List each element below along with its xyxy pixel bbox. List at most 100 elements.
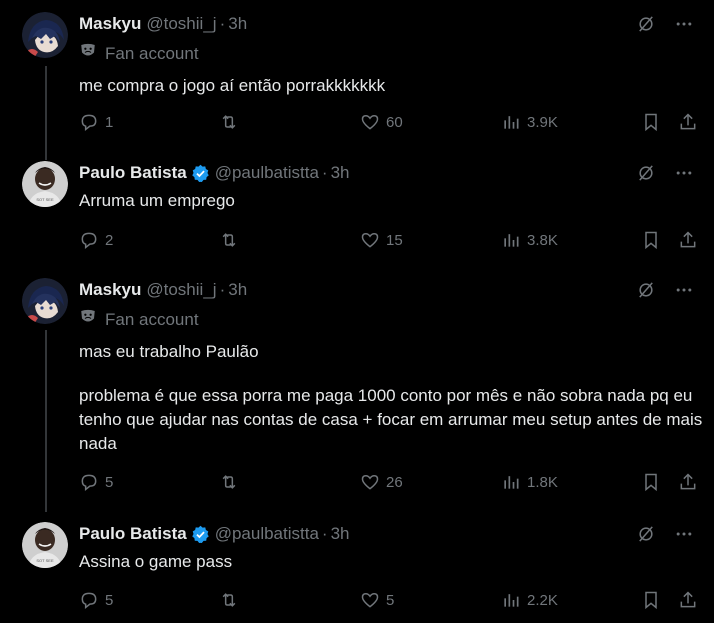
tweet[interactable]: SOT SEE Paulo Batista @paulbatistta · 3h…	[0, 161, 714, 261]
tweet-actions: 1 60 3.9K	[79, 110, 704, 134]
bookmark-button[interactable]	[641, 470, 661, 494]
repost-icon	[219, 590, 239, 610]
fan-account-label: Fan account	[79, 308, 199, 331]
bookmark-button[interactable]	[641, 228, 661, 252]
repost-button[interactable]	[219, 228, 245, 252]
bookmark-icon	[641, 590, 661, 610]
tweet-header: Paulo Batista @paulbatistta · 3h	[79, 161, 350, 185]
tweet-text: Assina o game pass	[79, 550, 704, 574]
share-button[interactable]	[678, 110, 698, 134]
timestamp[interactable]: 3h	[331, 524, 350, 544]
views-button[interactable]: 2.2K	[501, 588, 558, 612]
verified-badge-icon	[191, 525, 210, 544]
like-icon	[360, 112, 380, 132]
repost-button[interactable]	[219, 588, 245, 612]
views-icon	[501, 590, 521, 610]
fan-account-text: Fan account	[105, 43, 199, 63]
like-icon	[360, 230, 380, 250]
theater-mask-icon	[79, 308, 97, 331]
more-icon[interactable]	[674, 524, 694, 544]
tweet-actions: 2 15 3.8K	[79, 228, 704, 252]
views-count: 2.2K	[527, 591, 558, 609]
share-button[interactable]	[678, 470, 698, 494]
views-count: 1.8K	[527, 473, 558, 491]
avatar[interactable]	[22, 12, 68, 58]
grok-icon[interactable]	[636, 524, 656, 544]
bookmark-button[interactable]	[641, 110, 661, 134]
theater-mask-icon	[79, 42, 97, 65]
bookmark-icon	[641, 230, 661, 250]
views-count: 3.8K	[527, 231, 558, 249]
tweet[interactable]: Maskyu @toshii_j · 3h Fan account mas eu…	[0, 278, 714, 498]
more-icon[interactable]	[674, 14, 694, 34]
svg-text:SOT SEE: SOT SEE	[36, 197, 54, 202]
reply-icon	[79, 472, 99, 492]
user-handle[interactable]: @toshii_j	[146, 280, 216, 300]
reply-count: 5	[105, 591, 114, 609]
views-icon	[501, 230, 521, 250]
like-button[interactable]: 60	[360, 110, 403, 134]
repost-icon	[219, 112, 239, 132]
repost-button[interactable]	[219, 110, 245, 134]
like-count: 15	[386, 231, 403, 249]
avatar[interactable]: SOT SEE	[22, 522, 68, 568]
views-icon	[501, 112, 521, 132]
reply-button[interactable]: 5	[79, 588, 113, 612]
share-icon	[678, 112, 698, 132]
tweet-header: Maskyu @toshii_j · 3h	[79, 12, 247, 36]
like-button[interactable]: 5	[360, 588, 394, 612]
verified-badge-icon	[191, 164, 210, 183]
display-name[interactable]: Paulo Batista	[79, 524, 187, 544]
tweet-text: Arruma um emprego	[79, 189, 704, 213]
repost-button[interactable]	[219, 470, 245, 494]
like-count: 5	[386, 591, 395, 609]
repost-icon	[219, 472, 239, 492]
share-icon	[678, 230, 698, 250]
tweet-paragraph: problema é que essa porra me paga 1000 c…	[79, 386, 703, 453]
share-icon	[678, 472, 698, 492]
more-icon[interactable]	[674, 280, 694, 300]
views-button[interactable]: 3.8K	[501, 228, 558, 252]
tweet-paragraph: me compra o jogo aí então porrakkkkkkk	[79, 76, 386, 95]
views-count: 3.9K	[527, 113, 558, 131]
share-button[interactable]	[678, 588, 698, 612]
tweet-paragraph: Arruma um emprego	[79, 191, 235, 210]
tweet-text: me compra o jogo aí então porrakkkkkkk	[79, 74, 704, 98]
tweet-text: mas eu trabalho Paulão problema é que es…	[79, 340, 704, 456]
separator: ·	[219, 14, 226, 33]
display-name[interactable]: Maskyu	[79, 280, 141, 300]
bookmark-button[interactable]	[641, 588, 661, 612]
tweet-header: Paulo Batista @paulbatistta · 3h	[79, 522, 350, 546]
user-handle[interactable]: @paulbatistta	[215, 163, 319, 183]
display-name[interactable]: Maskyu	[79, 14, 141, 34]
more-icon[interactable]	[674, 163, 694, 183]
like-button[interactable]: 26	[360, 470, 403, 494]
user-handle[interactable]: @toshii_j	[146, 14, 216, 34]
grok-icon[interactable]	[636, 280, 656, 300]
user-handle[interactable]: @paulbatistta	[215, 524, 319, 544]
share-button[interactable]	[678, 228, 698, 252]
grok-icon[interactable]	[636, 14, 656, 34]
timestamp[interactable]: 3h	[228, 14, 247, 34]
like-icon	[360, 472, 380, 492]
views-button[interactable]: 1.8K	[501, 470, 558, 494]
separator: ·	[321, 163, 328, 182]
reply-icon	[79, 230, 99, 250]
avatar[interactable]: SOT SEE	[22, 161, 68, 207]
timestamp[interactable]: 3h	[228, 280, 247, 300]
like-button[interactable]: 15	[360, 228, 403, 252]
views-button[interactable]: 3.9K	[501, 110, 558, 134]
reply-button[interactable]: 5	[79, 470, 113, 494]
display-name[interactable]: Paulo Batista	[79, 163, 187, 183]
avatar[interactable]	[22, 278, 68, 324]
tweet-paragraph: mas eu trabalho Paulão	[79, 342, 259, 361]
tweet-actions: 5 5 2.2K	[79, 588, 704, 612]
tweet[interactable]: Maskyu @toshii_j · 3h Fan account me com…	[0, 12, 714, 140]
grok-icon[interactable]	[636, 163, 656, 183]
tweet[interactable]: SOT SEE Paulo Batista @paulbatistta · 3h…	[0, 522, 714, 622]
reply-button[interactable]: 1	[79, 110, 113, 134]
fan-account-label: Fan account	[79, 42, 199, 65]
timestamp[interactable]: 3h	[331, 163, 350, 183]
reply-button[interactable]: 2	[79, 228, 113, 252]
tweet-paragraph: Assina o game pass	[79, 552, 233, 571]
